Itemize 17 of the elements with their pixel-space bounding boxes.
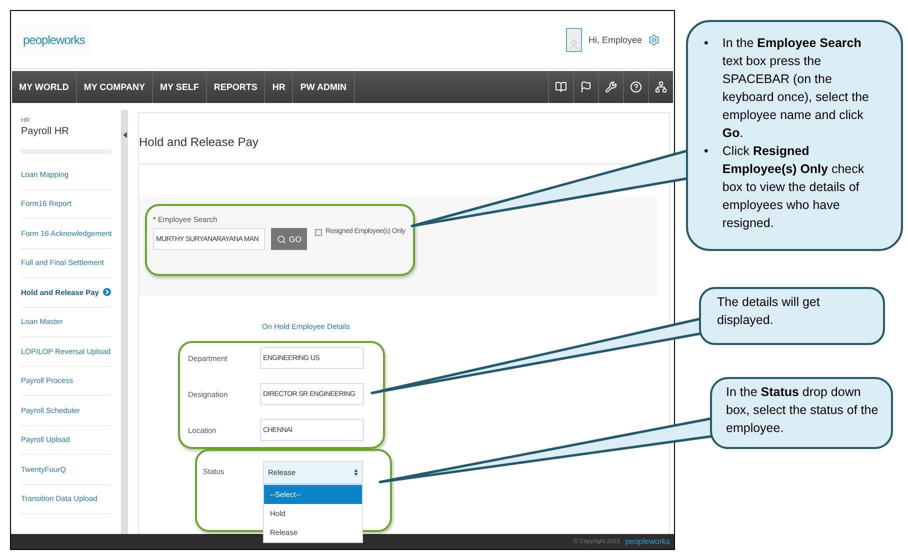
user-greeting: Hi, Employee [588,34,642,44]
nav-menu-item[interactable]: MY SELF [153,71,207,103]
go-button[interactable]: GO [271,228,308,250]
footer-logo: peopleworks [625,537,670,546]
nav-menu-item[interactable]: PW ADMIN [293,71,355,103]
nav-menu-item[interactable]: HR [265,71,294,103]
nav-menu-item[interactable]: MY COMPANY [76,71,154,103]
callout-text: The details will get displayed. [716,294,821,329]
company-logo: peopleworks [17,24,91,54]
callout-text: Click Resigned Employee(s) Only check box to view the details of employees who have resigned. [722,143,866,232]
nav-menu-item[interactable]: REPORTS [206,71,266,103]
bullet-mark: • [704,35,708,52]
nav-menu-item[interactable]: MY WORLD [12,71,77,103]
callout-text: In the Employee Search text box press the SPACEBAR (on the keyboard once), select the employee name and click Go. [722,35,870,142]
bullet-mark: • [704,143,708,160]
sidebar-title: Payroll HR [21,126,70,137]
callout-text: In the Status drop down box, select the status of the employee. [725,384,880,437]
